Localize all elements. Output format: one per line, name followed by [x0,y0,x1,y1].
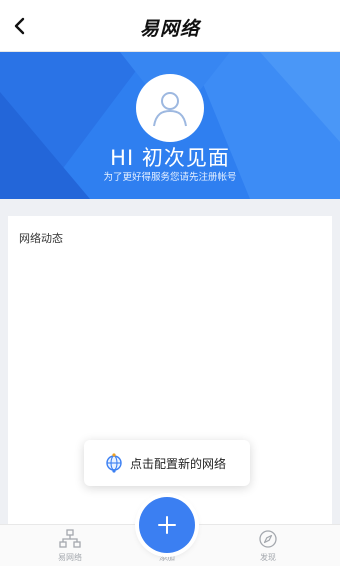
network-icon [59,529,81,548]
globe-icon [106,453,122,473]
add-network-button[interactable] [139,497,195,553]
avatar[interactable] [136,74,204,142]
network-activity-card: 网络动态 [8,216,332,536]
card-title: 网络动态 [19,232,63,245]
user-avatar-icon [153,92,187,127]
page-title: 易网络 [139,18,200,40]
compass-icon [259,530,277,548]
configure-network-hint[interactable]: 点击配置新的网络 [84,440,250,486]
top-navbar: 易网络 [0,0,340,52]
hero-banner: HI 初次见面 为了更好得服务您请先注册帐号 [0,52,340,199]
plus-icon [158,516,176,534]
tab-label: 发现 [260,553,276,562]
tab-network[interactable]: 易网络 [35,529,105,565]
tab-label: 添加 [159,553,175,562]
hint-text: 点击配置新的网络 [130,456,227,471]
register-prompt[interactable]: 为了更好得服务您请先注册帐号 [0,169,340,183]
greeting-text: HI 初次见面 [110,146,230,170]
tab-discover[interactable]: 发现 [233,529,303,565]
tab-label: 易网络 [58,553,82,562]
